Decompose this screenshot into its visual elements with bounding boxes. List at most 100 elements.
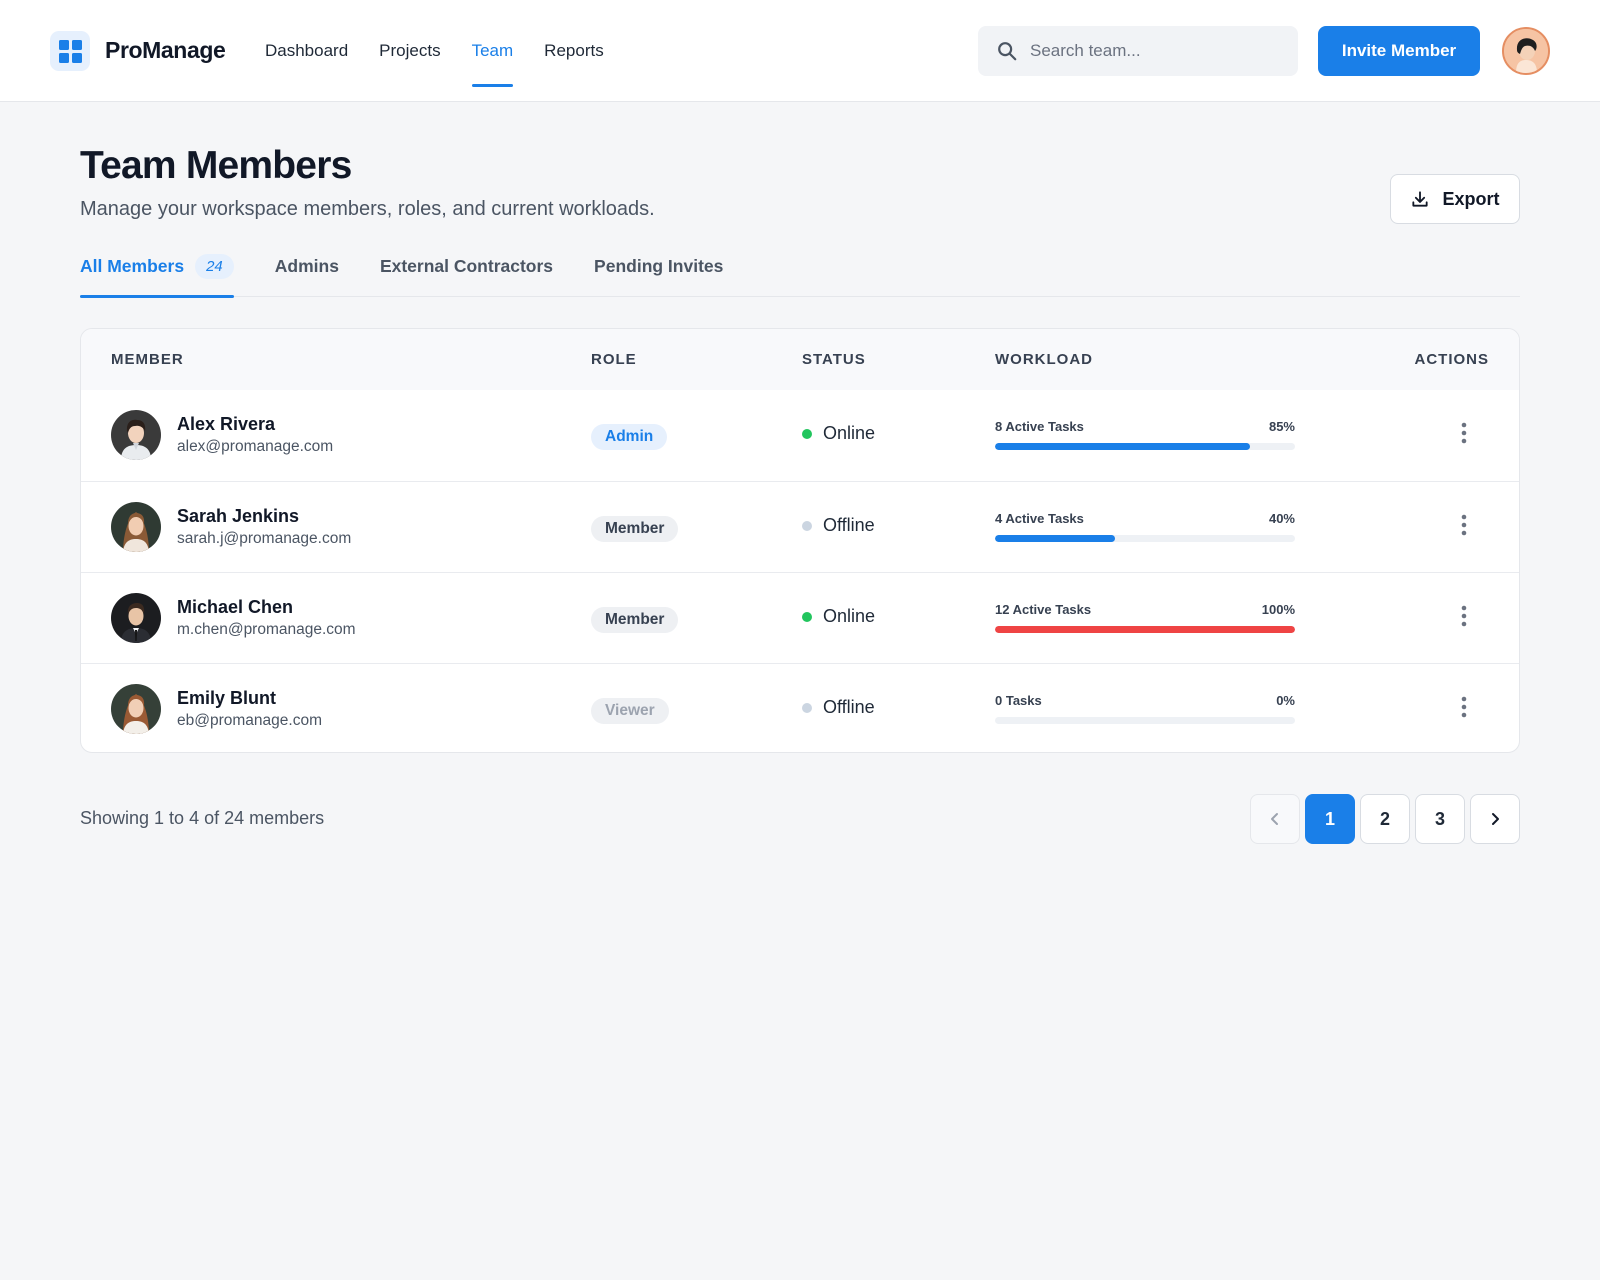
column-header-workload: WORKLOAD (995, 351, 1093, 368)
row-actions-button[interactable] (1449, 692, 1479, 722)
member-email: m.chen@promanage.com (177, 621, 356, 638)
row-actions-button[interactable] (1449, 418, 1479, 448)
workload-track (995, 535, 1295, 542)
search-box[interactable] (978, 26, 1298, 76)
role-badge: Member (591, 607, 679, 633)
member-name[interactable]: Emily Blunt (177, 688, 276, 709)
export-button[interactable]: Export (1390, 174, 1520, 224)
avatar (111, 593, 161, 643)
tab-label: Pending Invites (594, 256, 724, 276)
member-email: eb@promanage.com (177, 712, 322, 729)
workload-meter: 8 Active Tasks 85% (995, 419, 1295, 450)
tab-pending-invites[interactable]: Pending Invites (594, 246, 723, 297)
status-text: Online (823, 606, 876, 626)
tab-count-badge: 24 (195, 254, 234, 279)
status-dot (802, 520, 812, 531)
status-dot (802, 428, 812, 439)
workload-label: 4 Active Tasks (995, 511, 1084, 526)
workload-meter: 12 Active Tasks 100% (995, 602, 1295, 633)
workload-track (995, 626, 1295, 633)
workload-fill (995, 443, 1250, 450)
more-vertical-icon (1461, 514, 1467, 536)
column-header-actions: ACTIONS (1414, 351, 1489, 368)
invite-member-button[interactable]: Invite Member (1318, 26, 1480, 76)
page-button-2[interactable]: 2 (1360, 794, 1410, 844)
more-vertical-icon (1461, 605, 1467, 627)
status-indicator: Online (802, 423, 875, 444)
pagination: 1 2 3 (1250, 794, 1520, 844)
member-name[interactable]: Alex Rivera (177, 414, 275, 435)
role-badge: Member (591, 516, 679, 542)
table-row[interactable]: Emily Blunt eb@promanage.com Viewer Offl… (81, 663, 1519, 752)
workload-label: 8 Active Tasks (995, 419, 1084, 434)
status-indicator: Offline (802, 515, 875, 536)
workload-percent: 85% (1268, 419, 1295, 434)
nav-item-projects[interactable]: Projects (379, 0, 440, 102)
nav-item-dashboard[interactable]: Dashboard (265, 0, 348, 102)
tab-admins[interactable]: Admins (275, 246, 339, 297)
member-name[interactable]: Sarah Jenkins (177, 506, 299, 527)
table-row[interactable]: Alex Rivera alex@promanage.com Admin Onl… (81, 390, 1519, 481)
main-nav: Dashboard Projects Team Reports (265, 0, 635, 102)
prev-page-button[interactable] (1250, 794, 1300, 844)
pagination-summary: Showing 1 to 4 of 24 members (80, 808, 325, 828)
more-vertical-icon (1461, 422, 1467, 444)
table-row[interactable]: Sarah Jenkins sarah.j@promanage.com Memb… (81, 481, 1519, 572)
page-button-3[interactable]: 3 (1415, 794, 1465, 844)
workload-meter: 0 Tasks 0% (995, 693, 1295, 724)
workload-percent: 0% (1276, 693, 1295, 708)
members-table: MEMBER ROLE STATUS WORKLOAD ACTIONS Alex… (80, 328, 1520, 753)
workload-track (995, 717, 1295, 724)
avatar (111, 502, 161, 552)
status-text: Offline (823, 515, 875, 535)
member-email: alex@promanage.com (177, 438, 334, 455)
member-name[interactable]: Michael Chen (177, 597, 293, 618)
tab-external-contractors[interactable]: External Contractors (380, 246, 553, 297)
app-logo-icon[interactable] (50, 31, 90, 71)
workload-label: 12 Active Tasks (995, 602, 1092, 617)
status-text: Offline (823, 697, 875, 717)
workload-percent: 40% (1268, 511, 1295, 526)
next-page-button[interactable] (1470, 794, 1520, 844)
row-actions-button[interactable] (1449, 601, 1479, 631)
nav-item-team[interactable]: Team (471, 0, 513, 102)
export-label: Export (1442, 188, 1500, 209)
chevron-left-icon (1271, 813, 1278, 825)
column-header-role: ROLE (591, 351, 637, 368)
more-vertical-icon (1461, 696, 1467, 718)
workload-track (995, 443, 1295, 450)
nav-item-reports[interactable]: Reports (544, 0, 604, 102)
user-avatar[interactable] (1502, 27, 1550, 75)
table-body: Alex Rivera alex@promanage.com Admin Onl… (81, 390, 1519, 752)
workload-label: 0 Tasks (995, 693, 1042, 708)
table-row[interactable]: Michael Chen m.chen@promanage.com Member… (81, 572, 1519, 663)
role-badge: Admin (591, 424, 668, 450)
app-name[interactable]: ProManage (105, 37, 226, 64)
column-header-status: STATUS (802, 351, 866, 368)
page-subtitle: Manage your workspace members, roles, an… (80, 198, 655, 220)
status-indicator: Offline (802, 697, 875, 718)
tab-all-members[interactable]: All Members 24 (80, 246, 234, 298)
workload-fill (995, 535, 1115, 542)
avatar (111, 410, 161, 460)
search-input[interactable] (1030, 41, 1270, 61)
table-header: MEMBER ROLE STATUS WORKLOAD ACTIONS (81, 329, 1519, 390)
member-email: sarah.j@promanage.com (177, 530, 352, 547)
status-dot (802, 702, 812, 713)
column-header-member: MEMBER (111, 351, 184, 368)
tab-label: All Members (80, 256, 185, 276)
workload-percent: 100% (1261, 602, 1295, 617)
member-tabs: All Members 24 Admins External Contracto… (80, 246, 1520, 298)
status-dot (802, 611, 812, 622)
status-text: Online (823, 423, 876, 443)
download-icon (1412, 191, 1429, 207)
workload-meter: 4 Active Tasks 40% (995, 511, 1295, 542)
status-indicator: Online (802, 606, 875, 627)
top-navbar: ProManage Dashboard Projects Team Report… (0, 0, 1600, 102)
search-icon (998, 42, 1017, 61)
page-button-1[interactable]: 1 (1305, 794, 1355, 844)
tab-label: Admins (274, 256, 339, 276)
row-actions-button[interactable] (1449, 510, 1479, 540)
chevron-right-icon (1492, 813, 1499, 825)
role-badge: Viewer (591, 698, 669, 724)
